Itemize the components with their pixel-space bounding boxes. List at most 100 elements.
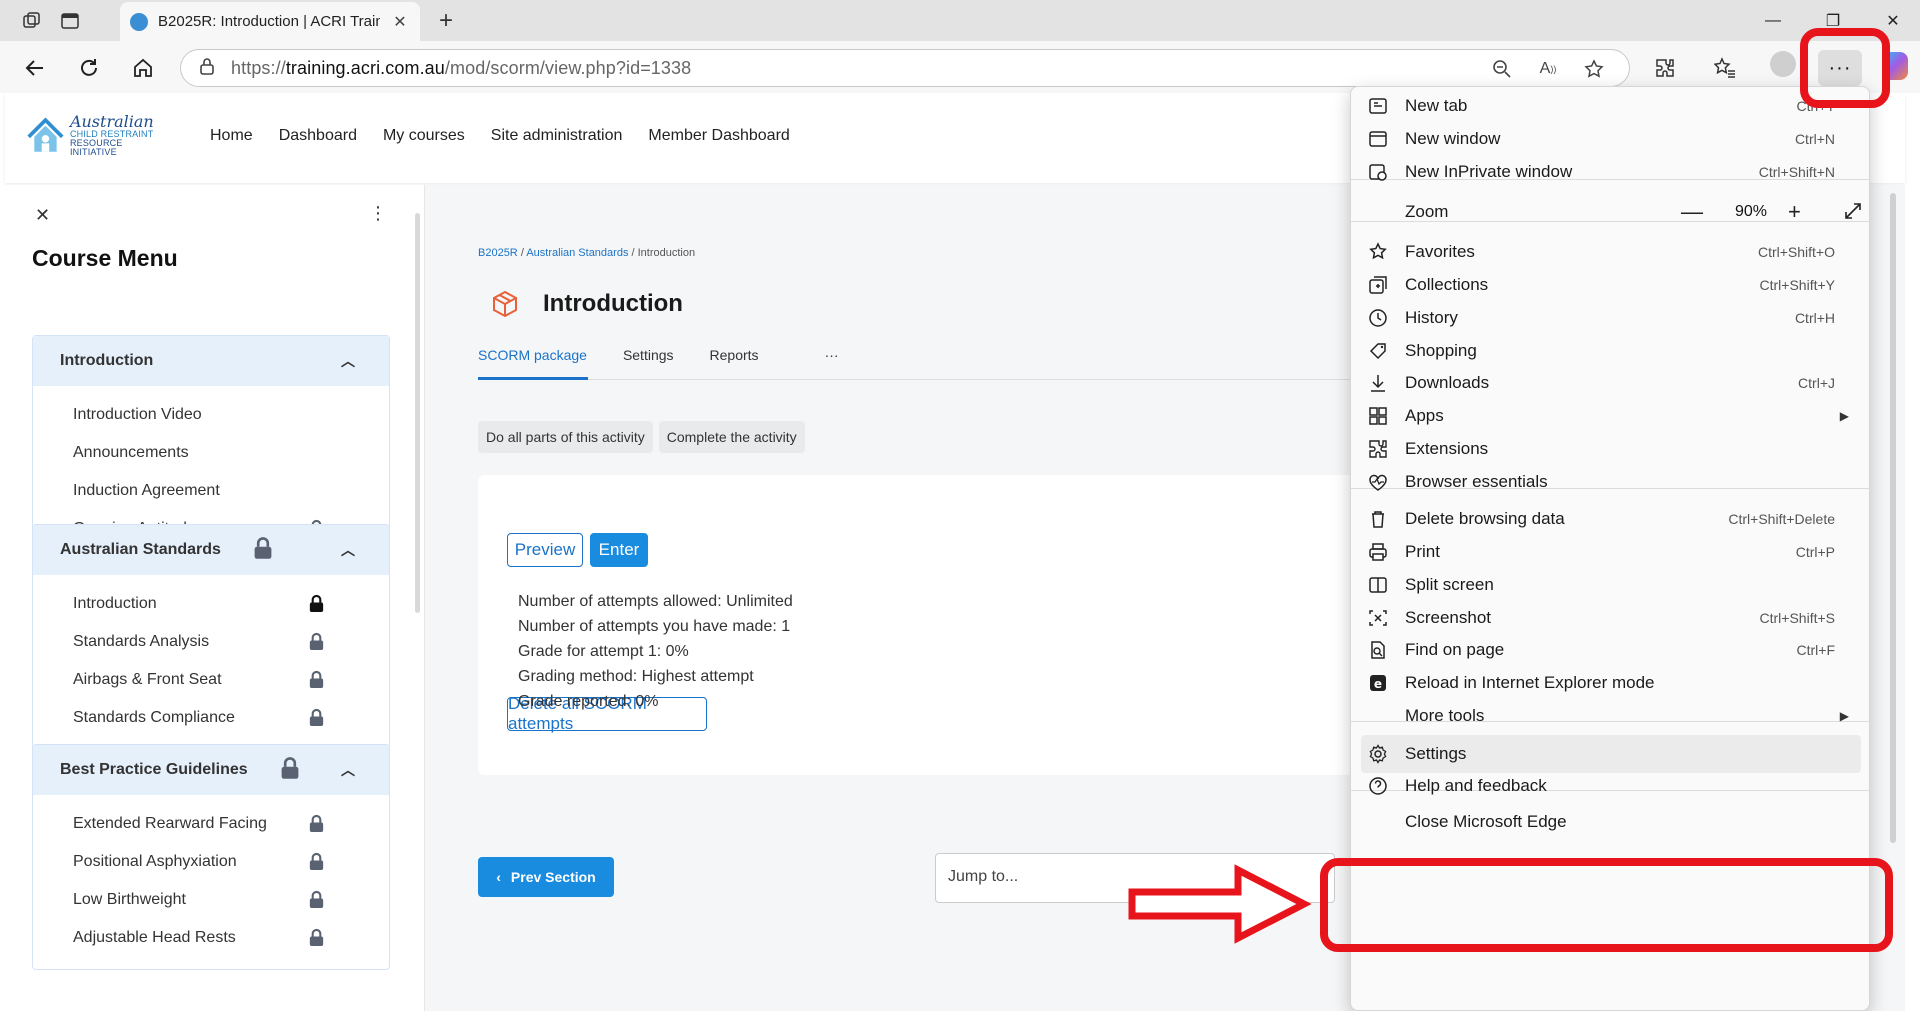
menu-help-and-feedback[interactable]: Help and feedback bbox=[1361, 767, 1861, 805]
delete-browsing-data-icon bbox=[1367, 508, 1389, 530]
vertical-tabs-icon[interactable] bbox=[56, 8, 84, 34]
new-tab-button[interactable]: + bbox=[432, 7, 460, 35]
menu-item-label: Favorites bbox=[1405, 242, 1475, 261]
course-section-title: Australian Standards bbox=[60, 541, 221, 558]
favorites-list-icon[interactable] bbox=[1708, 51, 1742, 85]
submenu-arrow-icon: ▶ bbox=[1839, 409, 1849, 423]
split-screen-icon bbox=[1367, 574, 1389, 596]
print-icon bbox=[1367, 541, 1389, 563]
course-section-header[interactable]: Introduction ︿ bbox=[33, 336, 389, 386]
help-feedback-icon bbox=[1367, 775, 1389, 797]
nav-my-courses[interactable]: My courses bbox=[383, 127, 465, 145]
course-menu-item[interactable]: Induction Agreement bbox=[33, 472, 389, 510]
nav-site-administration[interactable]: Site administration bbox=[491, 127, 623, 145]
tab-reports[interactable]: Reports bbox=[710, 347, 759, 363]
address-bar[interactable]: https://training.acri.com.au/mod/scorm/v… bbox=[180, 49, 1630, 87]
course-menu-item[interactable]: Introduction bbox=[33, 585, 389, 623]
course-menu-item[interactable]: Extended Rearward Facing bbox=[33, 805, 389, 843]
drawer-title: Course Menu bbox=[32, 245, 178, 271]
chevron-up-icon[interactable]: ︿ bbox=[341, 540, 355, 560]
course-menu-drawer: ✕ ⋮ Course Menu Introduction ︿ Introductio… bbox=[5, 185, 425, 1011]
course-section: Best Practice Guidelines ︿ Extended Rearwa… bbox=[32, 744, 390, 970]
extensions-puzzle-icon[interactable] bbox=[1648, 51, 1682, 85]
course-section-items: Extended Rearward Facing Positional Asphy… bbox=[33, 795, 389, 969]
home-icon[interactable] bbox=[126, 51, 160, 85]
tab-more[interactable]: ··· bbox=[825, 347, 839, 363]
completion-chip-all-parts: Do all parts of this activity bbox=[478, 421, 653, 453]
course-menu-item[interactable]: Adjustable Head Rests bbox=[33, 919, 389, 957]
breadcrumb-section[interactable]: Australian Standards bbox=[526, 247, 628, 259]
annotation-arrow-icon bbox=[1128, 864, 1312, 944]
tab-scorm-package[interactable]: SCORM package bbox=[478, 347, 587, 363]
menu-close-edge[interactable]: Close Microsoft Edge bbox=[1361, 803, 1861, 841]
site-info-lock-icon[interactable] bbox=[199, 57, 215, 80]
favorite-star-icon[interactable] bbox=[1581, 56, 1607, 82]
lock-icon bbox=[307, 632, 326, 656]
course-menu-item[interactable]: Standards Compliance bbox=[33, 699, 389, 737]
activity-tabs: SCORM package Settings Reports ··· bbox=[478, 347, 839, 363]
history-icon bbox=[1367, 307, 1389, 329]
menu-browser-essentials[interactable]: Browser essentials bbox=[1361, 463, 1861, 501]
grade-reported: Grade reported: 0% bbox=[518, 693, 659, 710]
nav-dashboard[interactable]: Dashboard bbox=[279, 127, 357, 145]
logo-line-2: RESOURCE INITIATIVE bbox=[69, 137, 123, 157]
menu-item-shortcut: Ctrl+N bbox=[1794, 131, 1835, 147]
tab-settings[interactable]: Settings bbox=[623, 347, 674, 363]
chevron-up-icon[interactable]: ︿ bbox=[341, 351, 355, 371]
workspaces-icon[interactable] bbox=[18, 8, 46, 34]
drawer-scrollbar[interactable] bbox=[415, 213, 420, 613]
course-menu-item[interactable]: Positional Asphyxiation bbox=[33, 843, 389, 881]
extensions-icon bbox=[1367, 438, 1389, 460]
minimize-window-icon[interactable]: — bbox=[1756, 8, 1790, 34]
course-menu-item-label: Low Birthweight bbox=[73, 891, 186, 908]
zoom-out-icon[interactable] bbox=[1489, 56, 1515, 82]
close-tab-icon[interactable]: ✕ bbox=[390, 12, 410, 32]
drawer-options-icon[interactable]: ⋮ bbox=[369, 203, 387, 224]
preview-button[interactable]: Preview bbox=[507, 533, 583, 567]
read-aloud-icon[interactable]: A)) bbox=[1535, 56, 1561, 82]
refresh-icon[interactable] bbox=[72, 51, 106, 85]
chevron-up-icon[interactable]: ︿ bbox=[341, 760, 355, 780]
lock-icon bbox=[307, 594, 326, 618]
page-scrollbar[interactable] bbox=[1890, 193, 1896, 843]
course-menu-item-label: Adjustable Head Rests bbox=[73, 929, 236, 946]
completion-requirements: Do all parts of this activity Complete t… bbox=[478, 421, 805, 453]
close-drawer-icon[interactable]: ✕ bbox=[35, 205, 50, 226]
zoom-in-button[interactable]: + bbox=[1788, 199, 1801, 225]
nav-home[interactable]: Home bbox=[210, 127, 253, 145]
course-menu-item[interactable]: Low Birthweight bbox=[33, 881, 389, 919]
enter-button[interactable]: Enter bbox=[590, 533, 648, 567]
menu-item-label: History bbox=[1405, 308, 1458, 327]
menu-more-tools[interactable]: More tools ▶ bbox=[1361, 697, 1861, 735]
new-window-icon bbox=[1367, 128, 1389, 150]
menu-item-label: New InPrivate window bbox=[1405, 162, 1573, 181]
tab-strip: B2025R: Introduction | ACRI Training ✕ +… bbox=[0, 0, 1920, 41]
zoom-level: 90% bbox=[1735, 203, 1768, 220]
course-menu-item[interactable]: Introduction Video bbox=[33, 396, 389, 434]
acri-logo[interactable]: Australian CHILD RESTRAINT RESOURCE INIT… bbox=[25, 111, 165, 159]
course-section-title: Introduction bbox=[60, 352, 154, 369]
zoom-out-button[interactable]: — bbox=[1681, 199, 1703, 225]
back-arrow-icon[interactable] bbox=[18, 51, 52, 85]
course-section-header[interactable]: Best Practice Guidelines ︿ bbox=[33, 745, 389, 795]
browser-tab-active[interactable]: B2025R: Introduction | ACRI Training ✕ bbox=[120, 2, 420, 41]
prev-section-button[interactable]: ‹ Prev Section bbox=[478, 857, 614, 897]
course-menu-item[interactable]: Announcements bbox=[33, 434, 389, 472]
lock-icon bbox=[307, 928, 326, 952]
lock-icon bbox=[307, 670, 326, 694]
new-tab-icon bbox=[1367, 95, 1389, 117]
annotation-highlight-more-button bbox=[1800, 28, 1890, 108]
menu-new-inprivate-window[interactable]: New InPrivate window Ctrl+Shift+N bbox=[1361, 153, 1861, 191]
breadcrumb: B2025R / Australian Standards / Introduc… bbox=[478, 247, 696, 259]
course-menu-item[interactable]: Airbags & Front Seat bbox=[33, 661, 389, 699]
nav-member-dashboard[interactable]: Member Dashboard bbox=[648, 127, 789, 145]
profile-avatar[interactable] bbox=[1770, 51, 1796, 77]
fullscreen-icon[interactable] bbox=[1843, 201, 1863, 226]
breadcrumb-course[interactable]: B2025R bbox=[478, 247, 518, 259]
course-menu-item[interactable]: Standards Analysis bbox=[33, 623, 389, 661]
site-favicon-icon bbox=[130, 12, 148, 31]
menu-item-label: Help and feedback bbox=[1405, 776, 1547, 795]
course-section-header[interactable]: Australian Standards ︿ bbox=[33, 525, 389, 575]
menu-zoom[interactable]: Zoom — 90% + bbox=[1361, 193, 1861, 231]
menu-item-shortcut: Ctrl+Shift+Y bbox=[1759, 277, 1835, 293]
